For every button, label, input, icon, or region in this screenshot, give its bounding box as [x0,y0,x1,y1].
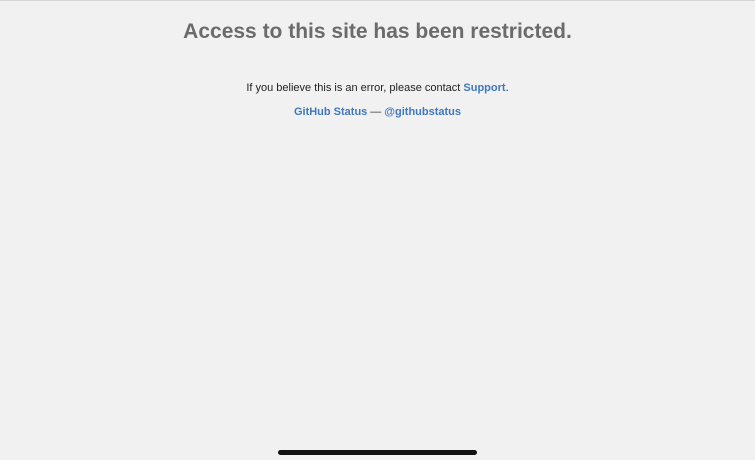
support-link[interactable]: Support [463,82,505,94]
page-title: Access to this site has been restricted. [183,20,572,43]
githubstatus-twitter-link[interactable]: @githubstatus [384,106,461,118]
error-message: If you believe this is an error, please … [0,81,755,96]
status-links: GitHub Status — @githubstatus [0,105,755,120]
separator: — [370,106,382,118]
home-indicator-bar[interactable] [278,450,477,455]
top-border [0,0,755,1]
message-prefix: If you believe this is an error, please … [246,82,464,94]
message-suffix: . [505,82,509,94]
github-status-link[interactable]: GitHub Status [294,106,367,118]
